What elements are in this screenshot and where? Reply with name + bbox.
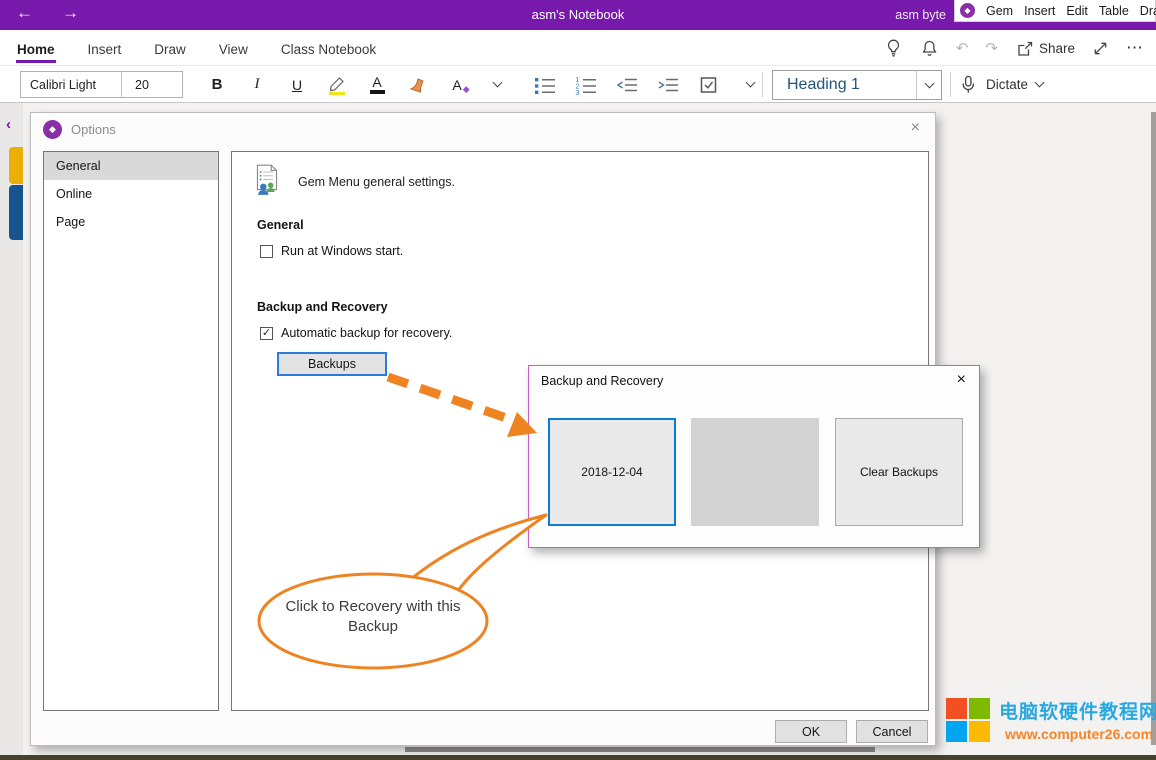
menu-item-insert[interactable]: Insert — [1024, 4, 1055, 18]
options-nav-online[interactable]: Online — [44, 180, 218, 208]
options-dialog-title: Options — [71, 122, 116, 137]
eraser-diamond-icon: ◆ — [463, 84, 470, 95]
microphone-icon — [958, 74, 978, 95]
bullet-list-button[interactable] — [533, 72, 557, 98]
highlighter-button[interactable] — [325, 72, 349, 98]
windows-logo-icon — [946, 698, 990, 742]
toolbar-separator-2 — [950, 72, 951, 97]
account-name[interactable]: asm byte — [895, 8, 946, 22]
clear-formatting-button[interactable]: A◆ — [445, 72, 469, 98]
share-icon — [1015, 39, 1034, 58]
dictate-button[interactable]: Dictate — [958, 66, 1043, 103]
backup-tile-2018-12-04[interactable]: 2018-12-04 — [548, 418, 676, 526]
backups-button[interactable]: Backups — [277, 352, 387, 376]
menu-item-edit[interactable]: Edit — [1066, 4, 1088, 18]
gem-dialog-icon: ◆ — [43, 120, 62, 139]
site-watermark: 电脑软硬件教程网 www.computer26.com — [946, 697, 1156, 742]
style-selected-value: Heading 1 — [773, 76, 916, 94]
tab-insert[interactable]: Insert — [87, 33, 123, 63]
tab-draw[interactable]: Draw — [153, 33, 187, 63]
watermark-site-name: 电脑软硬件教程网 — [999, 697, 1156, 724]
tab-view[interactable]: View — [218, 33, 249, 63]
run-at-start-label: Run at Windows start. — [281, 244, 403, 258]
style-dropdown[interactable]: Heading 1 — [772, 70, 942, 100]
formatting-toolbar: Calibri Light 20 B I U A A◆ — [0, 66, 1156, 103]
general-section-heading: General — [257, 218, 304, 232]
tags-chevron-icon[interactable] — [738, 72, 762, 98]
options-nav-page[interactable]: Page — [44, 208, 218, 236]
clear-backups-tile[interactable]: Clear Backups — [835, 418, 963, 526]
backup-dialog-title: Backup and Recovery — [541, 374, 663, 388]
options-nav-general[interactable]: General — [44, 152, 218, 180]
horizontal-scrollbar[interactable] — [405, 747, 875, 752]
tab-home[interactable]: Home — [16, 33, 56, 63]
underline-button[interactable]: U — [285, 72, 309, 98]
font-name-select[interactable]: Calibri Light — [21, 72, 122, 97]
notebook-section-tab-yellow[interactable] — [9, 147, 23, 184]
font-size-select[interactable]: 20 — [122, 72, 182, 97]
vertical-scrollbar[interactable] — [1151, 112, 1156, 745]
menu-item-draw[interactable]: Draw — [1140, 4, 1156, 18]
backup-tile-empty[interactable] — [691, 418, 819, 526]
todo-tag-button[interactable] — [697, 72, 721, 98]
notebook-sidebar-strip — [0, 103, 23, 755]
annotation-bubble-text: Click to Recovery with this Backup — [260, 597, 486, 638]
titlebar: ← → asm's Notebook asm byte ◆ Gem Insert… — [0, 0, 1156, 30]
svg-text:3: 3 — [576, 90, 580, 95]
tab-class-notebook[interactable]: Class Notebook — [280, 33, 377, 63]
style-dropdown-chevron-icon[interactable] — [916, 71, 941, 99]
sidebar-collapse-chevron-icon[interactable]: ‹ — [6, 116, 11, 133]
undo-icon[interactable]: ↶ — [956, 39, 969, 57]
format-painter-button[interactable] — [405, 72, 429, 98]
lightbulb-icon[interactable] — [884, 38, 903, 58]
increase-indent-button[interactable] — [656, 72, 680, 98]
fullscreen-expand-icon[interactable] — [1092, 40, 1109, 57]
backup-recovery-dialog: Backup and Recovery × 2018-12-04 Clear B… — [528, 365, 980, 548]
gem-settings-caption: Gem Menu general settings. — [298, 175, 455, 189]
dictate-label: Dictate — [986, 77, 1028, 92]
dictate-chevron-icon[interactable] — [1035, 78, 1045, 88]
gem-settings-doc-people-icon — [249, 162, 285, 198]
auto-backup-checkbox[interactable]: ✓ — [260, 327, 273, 340]
bold-button[interactable]: B — [205, 72, 229, 98]
cancel-button[interactable]: Cancel — [856, 720, 928, 743]
more-options-ellipsis-icon[interactable]: ⋯ — [1126, 38, 1144, 58]
share-label: Share — [1039, 41, 1075, 56]
notebook-section-tab-blue[interactable] — [9, 185, 23, 240]
gem-addon-menubar: ◆ Gem Insert Edit Table Draw — [954, 0, 1156, 22]
gem-logo-icon: ◆ — [960, 3, 975, 18]
screen-bottom-edge — [0, 755, 1156, 760]
backup-close-icon[interactable]: × — [957, 371, 966, 389]
backup-section-heading: Backup and Recovery — [257, 300, 388, 314]
redo-icon[interactable]: ↷ — [985, 39, 998, 57]
italic-button[interactable]: I — [245, 72, 269, 98]
options-close-icon[interactable]: × — [911, 119, 920, 137]
decrease-indent-button[interactable] — [615, 72, 639, 98]
menu-item-gem[interactable]: Gem — [986, 4, 1013, 18]
options-nav-list: General Online Page — [43, 151, 219, 711]
run-at-start-checkbox[interactable] — [260, 245, 273, 258]
notifications-bell-icon[interactable] — [920, 39, 939, 58]
toolbar-separator — [762, 72, 763, 97]
onenote-app-window: ← → asm's Notebook asm byte ◆ Gem Insert… — [0, 0, 1156, 760]
numbered-list-button[interactable]: 123 — [574, 72, 598, 98]
font-controls: Calibri Light 20 — [20, 71, 183, 98]
share-button[interactable]: Share — [1015, 39, 1075, 58]
watermark-site-url: www.computer26.com — [1005, 726, 1153, 742]
menu-item-table[interactable]: Table — [1099, 4, 1129, 18]
ribbon-tab-row: Home Insert Draw View Class Notebook ↶ ↷… — [0, 30, 1156, 66]
ok-button[interactable]: OK — [775, 720, 847, 743]
auto-backup-label: Automatic backup for recovery. — [281, 326, 452, 340]
font-group-chevron-icon[interactable] — [485, 72, 509, 98]
font-color-button[interactable]: A — [365, 72, 389, 98]
